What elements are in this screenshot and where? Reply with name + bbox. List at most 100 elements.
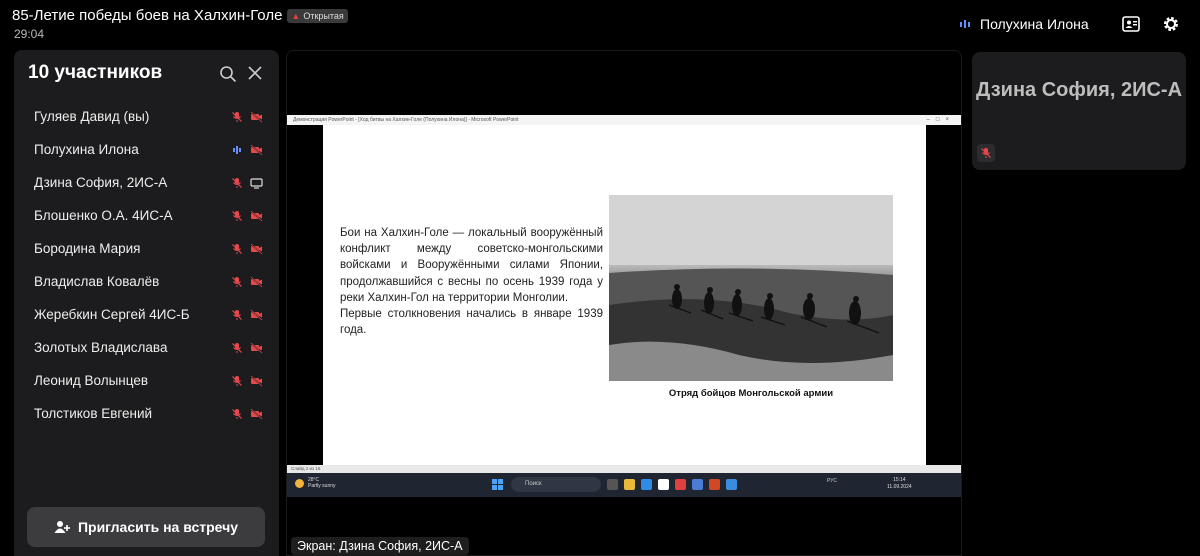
participant-row[interactable]: Блошенко О.А. 4ИС-А [14,199,279,232]
participant-row[interactable]: Толстиков Евгений [14,397,279,430]
participant-name: Гуляев Давид (вы) [34,109,150,124]
tile-participant-name: Дзина София, 2ИС-А [975,79,1183,101]
presentation-slide: Бои на Халхин-Голе — локальный вооружённ… [323,125,926,465]
yandex-icon [675,479,686,490]
participant-row[interactable]: Бородина Мария [14,232,279,265]
open-meeting-badge-label: Открытая [303,10,344,21]
camera-off-icon [250,374,263,387]
mic-off-icon [230,341,243,354]
mic-off-icon [230,374,243,387]
camera-off-icon [250,407,263,420]
screen-share-label: Экран: Дзина София, 2ИС-А [291,537,469,555]
participant-name: Толстиков Евгений [34,406,153,421]
chrome-icon [658,479,669,490]
participant-name: Дзина София, 2ИС-А [34,175,168,190]
participant-row[interactable]: Леонид Волынцев [14,364,279,397]
mic-off-icon [230,308,243,321]
participant-status-icons [230,341,263,354]
participant-status-icons [230,110,263,123]
active-speaker-name: Полухина Илона [980,16,1089,32]
mic-off-icon [230,110,243,123]
windows-taskbar: 28°C Partly sunny Поиск РУС 15:14 11.09.2… [287,473,961,497]
mic-off-icon [230,407,243,420]
participant-status-icons [230,275,263,288]
layout-button[interactable] [1120,14,1142,34]
invite-button[interactable]: Пригласить на встречу [27,507,265,547]
open-meeting-badge[interactable]: ▲ Открытая [287,8,348,23]
participant-row[interactable]: Владислав Ковалёв [14,265,279,298]
search-participants-button[interactable] [219,65,237,83]
participant-name: Жеребкин Сергей 4ИС-Б [34,307,190,322]
participant-status-icons [230,143,263,156]
taskbar-date: 11.09.2024 [887,484,912,490]
tray-language: РУС [827,478,838,484]
shared-screen-area[interactable]: Демонстрация PowerPoint - [Ход битвы на … [286,50,962,556]
add-user-icon [54,521,70,533]
window-controls-icon: –□× [926,117,955,123]
soldiers-photo-image [609,195,893,381]
weather-desc: Partly sunny [308,483,336,489]
mic-off-icon [230,275,243,288]
participant-row[interactable]: Дзина София, 2ИС-А [14,166,279,199]
participant-status-icons [230,176,263,189]
top-bar: 85-Летие победы боев на Халхин-Голе ▲ От… [0,0,1200,46]
taskbar-apps [607,479,737,490]
edge-icon [641,479,652,490]
active-speaker: Полухина Илона [960,16,1089,32]
photo-caption: Отряд бойцов Монгольской армии [668,388,834,399]
file-explorer-icon [624,479,635,490]
meeting-title-text: 85-Летие победы боев на Халхин-Голе [12,7,283,24]
slide-paragraph-1: Бои на Халхин-Голе — локальный вооружённ… [340,227,603,304]
participants-title: 10 участников [28,62,163,83]
camera-off-icon [250,308,263,321]
system-tray: РУС [827,478,837,484]
camera-off-icon [250,341,263,354]
invite-button-label: Пригласить на встречу [77,519,239,535]
ppt-status-bar: Слайд 2 из 16 [287,465,961,473]
soldiers-photo [609,195,893,381]
meeting-timer: 29:04 [14,27,45,41]
slide-paragraph-2: Первые столкновения начались в январе 19… [340,308,603,337]
weather-sun-icon [295,478,304,488]
camera-off-icon [250,275,263,288]
participant-status-icons [230,308,263,321]
task-view-icon [607,479,618,490]
participant-status-icons [230,209,263,222]
camera-off-icon [250,143,263,156]
mic-off-icon [230,176,243,189]
participant-name: Золотых Владислава [34,340,168,355]
tile-mic-muted-icon [977,144,995,162]
camera-off-icon [250,110,263,123]
shared-screen-content: Демонстрация PowerPoint - [Ход битвы на … [287,115,961,497]
mic-off-icon [230,242,243,255]
participant-row[interactable]: Жеребкин Сергей 4ИС-Б [14,298,279,331]
mic-off-icon [230,209,243,222]
settings-button[interactable] [1160,14,1182,34]
participant-status-icons [230,242,263,255]
participant-row[interactable]: Полухина Илона [14,133,279,166]
participants-panel: 10 участников Гуляев Давид (вы) Полухина … [14,50,279,556]
taskbar-clock: 15:14 11.09.2024 [887,477,912,491]
participants-list: Гуляев Давид (вы) Полухина Илона Дзина Соф… [14,100,279,430]
thumb-icon: ▲ [291,10,301,21]
windows-start-icon [492,479,503,490]
search-icon [220,66,237,83]
participant-tile[interactable]: Дзина София, 2ИС-А [972,52,1186,170]
speaking-icon [230,143,243,156]
speaking-indicator-icon [960,20,970,28]
close-panel-button[interactable] [247,65,263,81]
app-icon [726,479,737,490]
ppt-window-titlebar: Демонстрация PowerPoint - [Ход битвы на … [287,115,961,125]
participant-row[interactable]: Гуляев Давид (вы) [14,100,279,133]
slide-body-text: Бои на Халхин-Голе — локальный вооружённ… [340,225,603,338]
participant-name: Бородина Мария [34,241,141,256]
gear-icon [1164,17,1178,31]
camera-off-icon [250,209,263,222]
messenger-icon [692,479,703,490]
participant-row[interactable]: Золотых Владислава [14,331,279,364]
powerpoint-icon [709,479,720,490]
layout-icon [1122,16,1140,32]
participant-name: Полухина Илона [34,142,139,157]
participant-name: Блошенко О.А. 4ИС-А [34,208,173,223]
participant-name: Владислав Ковалёв [34,274,160,289]
